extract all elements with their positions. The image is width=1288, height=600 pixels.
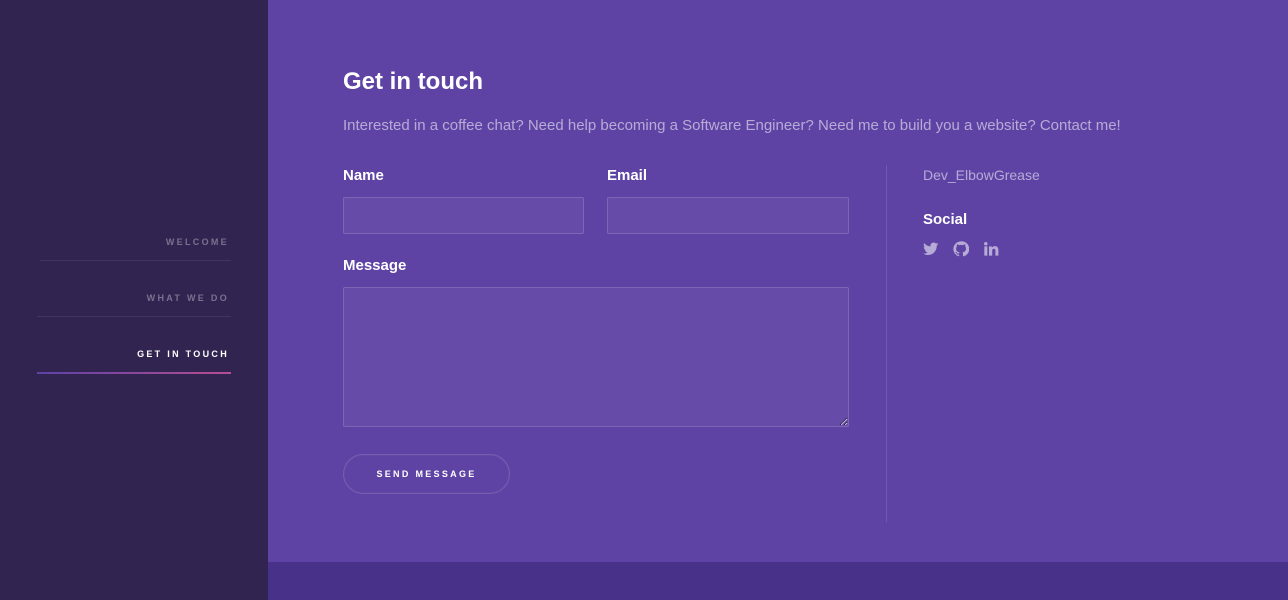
nav-item-get-in-touch[interactable]: GET IN TOUCH (37, 337, 231, 393)
github-icon[interactable] (953, 241, 970, 257)
nav-underline (40, 260, 231, 261)
linkedin-icon[interactable] (983, 241, 999, 257)
name-label: Name (343, 167, 384, 184)
nav-active-underline (37, 372, 231, 374)
nav-item-label: WHAT WE DO (146, 293, 229, 303)
email-field[interactable] (607, 197, 849, 234)
page-title: Get in touch (343, 68, 483, 95)
nav-item-label: GET IN TOUCH (137, 349, 229, 359)
social-heading: Social (923, 211, 968, 228)
nav-item-what-we-do[interactable]: WHAT WE DO (37, 281, 231, 337)
nav-underline (37, 316, 231, 317)
name-field[interactable] (343, 197, 584, 234)
social-icons (923, 241, 999, 257)
twitter-icon[interactable] (923, 241, 939, 257)
email-label: Email (607, 167, 648, 184)
nav-item-welcome[interactable]: WELCOME (37, 225, 231, 281)
contact-handle: Dev_ElbowGrease (923, 167, 1040, 183)
footer (268, 562, 1288, 600)
intro-text: Interested in a coffee chat? Need help b… (343, 117, 1121, 134)
message-field[interactable] (343, 287, 849, 427)
sidebar-nav: WELCOME WHAT WE DO GET IN TOUCH (37, 225, 231, 393)
message-label: Message (343, 257, 407, 274)
vertical-divider (886, 165, 887, 522)
nav-item-label: WELCOME (165, 237, 229, 247)
send-message-button[interactable]: SEND MESSAGE (343, 454, 510, 494)
contact-section: Get in touch Interested in a coffee chat… (268, 0, 1288, 562)
sidebar: WELCOME WHAT WE DO GET IN TOUCH (0, 0, 268, 600)
